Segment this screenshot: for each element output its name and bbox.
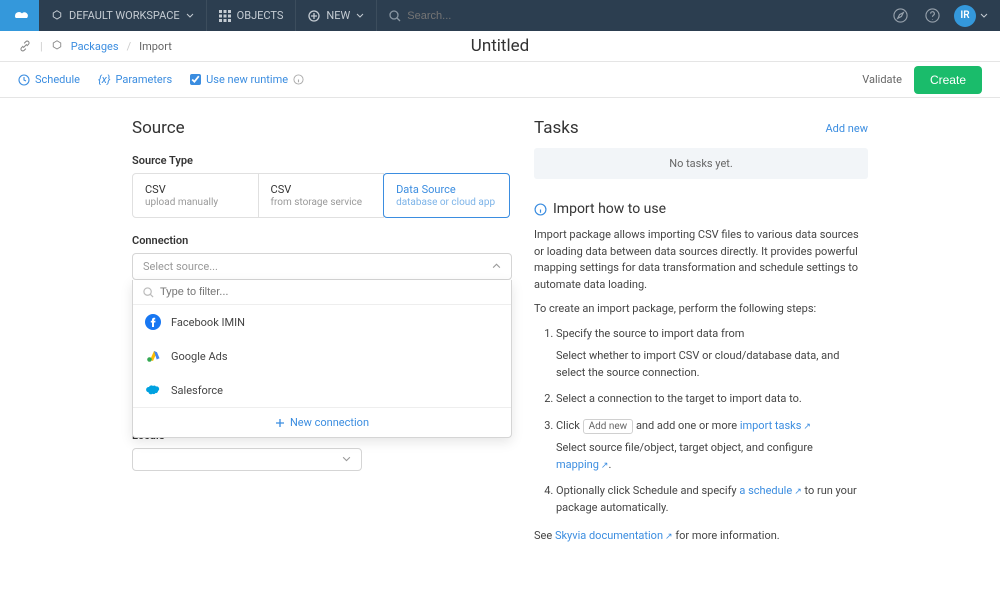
salesforce-icon (145, 382, 161, 398)
mapping-link[interactable]: mapping↗ (556, 458, 608, 471)
import-tasks-link[interactable]: import tasks↗ (740, 419, 811, 432)
add-new-tag: Add new (583, 419, 634, 434)
brand-logo[interactable] (0, 0, 39, 31)
package-icon (51, 40, 63, 52)
search-icon (143, 287, 154, 298)
help-icon[interactable] (922, 6, 942, 26)
breadcrumb-packages[interactable]: Packages (71, 40, 119, 53)
nav-new[interactable]: NEW (296, 0, 377, 31)
top-navbar: DEFAULT WORKSPACE OBJECTS NEW IR (0, 0, 1000, 31)
connector-icon (18, 39, 32, 53)
connection-select[interactable]: Select source... (132, 253, 512, 280)
use-new-runtime-toggle[interactable]: Use new runtime (190, 73, 304, 86)
external-link-icon: ↗ (803, 422, 811, 432)
schedule-button[interactable]: Schedule (18, 73, 80, 86)
connection-google-ads[interactable]: Google Ads (133, 339, 511, 373)
connection-filter-input[interactable] (160, 286, 501, 298)
howto-step-4: Optionally click Schedule and specify a … (556, 483, 868, 516)
breadcrumb: | Packages / Import Untitled (0, 31, 1000, 62)
new-connection-button[interactable]: New connection (133, 407, 511, 437)
source-type-datasource[interactable]: Data Source database or cloud app (383, 173, 510, 218)
locale-select[interactable] (132, 448, 362, 471)
chevron-up-icon (492, 262, 501, 271)
breadcrumb-current: Import (139, 40, 172, 53)
howto-step-3: Click Add new and add one or more import… (556, 418, 868, 474)
source-type-csv-storage[interactable]: CSV from storage service (258, 173, 385, 218)
nav-new-label: NEW (326, 9, 350, 22)
howto-step-1: Specify the source to import data from S… (556, 326, 868, 382)
validate-button[interactable]: Validate (862, 73, 902, 86)
connection-dropdown: Facebook IMIN Google Ads Salesforce New … (132, 280, 512, 438)
howto-title: Import how to use (534, 201, 868, 217)
global-search[interactable] (377, 10, 890, 22)
info-icon (534, 203, 547, 216)
parameters-button[interactable]: {x} Parameters (98, 73, 172, 86)
nav-objects-label: OBJECTS (237, 9, 284, 22)
user-menu[interactable]: IR (954, 5, 988, 27)
plus-icon (275, 418, 285, 428)
external-link-icon: ↗ (665, 532, 673, 542)
compass-icon[interactable] (890, 6, 910, 26)
google-ads-icon (145, 348, 161, 364)
chevron-down-icon (342, 455, 351, 464)
add-task-link[interactable]: Add new (826, 122, 869, 135)
external-link-icon: ↗ (794, 487, 802, 497)
tasks-empty-state: No tasks yet. (534, 148, 868, 179)
howto-step-2: Select a connection to the target to imp… (556, 391, 868, 408)
documentation-link[interactable]: Skyvia documentation↗ (555, 529, 673, 542)
package-toolbar: Schedule {x} Parameters Use new runtime … (0, 62, 1000, 98)
connection-salesforce[interactable]: Salesforce (133, 373, 511, 407)
connection-filter[interactable] (133, 280, 511, 305)
workspace-switcher[interactable]: DEFAULT WORKSPACE (39, 0, 207, 31)
source-section-title: Source (132, 118, 512, 138)
nav-objects[interactable]: OBJECTS (207, 0, 297, 31)
connection-label: Connection (132, 234, 512, 247)
search-input[interactable] (407, 10, 607, 22)
connection-facebook[interactable]: Facebook IMIN (133, 305, 511, 339)
tasks-section-title: Tasks (534, 118, 579, 138)
page-title: Untitled (471, 36, 529, 56)
howto-body: Import package allows importing CSV file… (534, 227, 868, 545)
external-link-icon: ↗ (601, 461, 609, 471)
workspace-label: DEFAULT WORKSPACE (69, 9, 180, 22)
facebook-icon (145, 314, 161, 330)
create-button[interactable]: Create (914, 66, 982, 94)
source-type-selector: CSV upload manually CSV from storage ser… (132, 173, 512, 218)
source-type-label: Source Type (132, 154, 512, 167)
runtime-checkbox[interactable] (190, 74, 201, 85)
avatar: IR (954, 5, 976, 27)
schedule-link[interactable]: a schedule↗ (739, 484, 801, 497)
source-type-csv-manual[interactable]: CSV upload manually (132, 173, 259, 218)
parameters-icon: {x} (98, 73, 111, 86)
